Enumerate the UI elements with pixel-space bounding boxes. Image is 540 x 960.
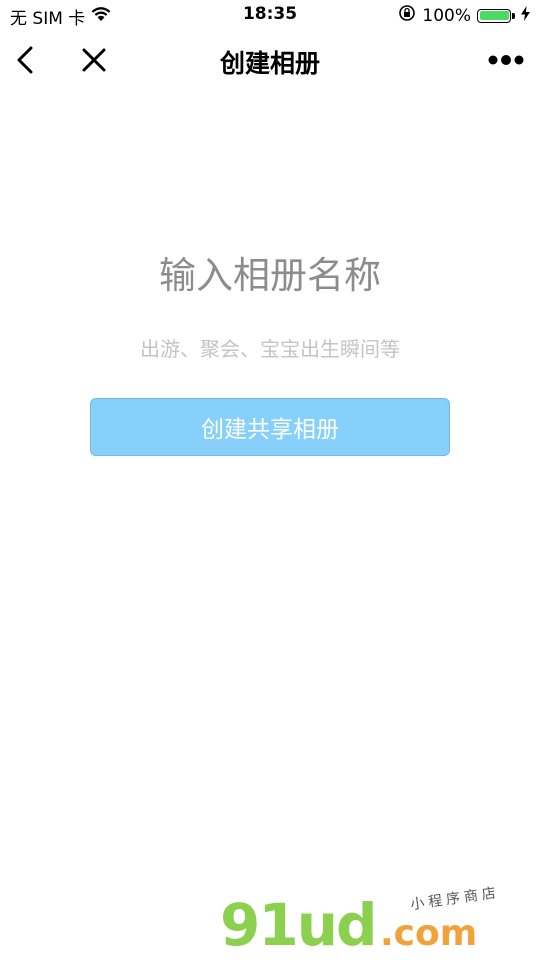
rotation-lock-icon [398,4,416,27]
create-shared-album-button[interactable]: 创建共享相册 [90,398,450,456]
watermark-slogan: 小程序商店 [409,884,501,914]
album-name-hint: 出游、聚会、宝宝出生瞬间等 [140,337,400,361]
album-name-input[interactable] [70,245,470,305]
page-title: 创建相册 [219,49,320,78]
battery-icon [477,8,515,23]
more-button[interactable] [486,46,526,74]
watermark-logo: 91ud [220,891,378,959]
charging-icon [521,5,530,26]
battery-fill [479,11,509,20]
more-icon [488,55,524,65]
watermark-domain: .com [380,913,478,954]
battery-percent: 100% [422,5,471,26]
status-bar: 无 SIM 卡 18:35 100% [0,0,540,30]
watermark: 小程序商店 91ud .com [220,885,520,959]
status-right: 100% [398,4,530,27]
nav-bar: 创建相册 [0,30,540,92]
